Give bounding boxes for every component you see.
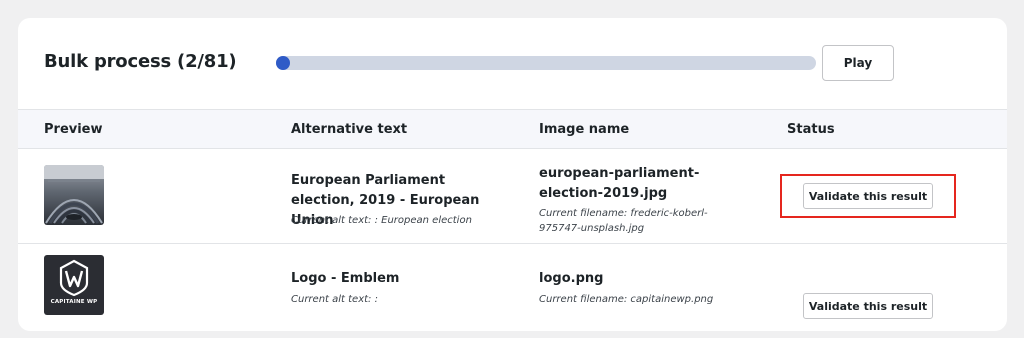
validate-result-button[interactable]: Validate this result	[803, 183, 933, 209]
table-row: European Parliament election, 2019 - Eur…	[18, 149, 1007, 244]
capitaine-wp-logo-icon: CAPITAINE WP	[44, 255, 104, 315]
parliament-hemicycle-thumbnail-icon	[44, 165, 104, 225]
alt-text-value: Logo - Emblem	[291, 271, 400, 286]
bulk-process-title: Bulk process (2/81)	[44, 51, 237, 72]
table-header: Preview Alternative text Image name Stat…	[18, 109, 1007, 149]
progress-bar	[276, 56, 816, 70]
column-header-alt-text: Alternative text	[291, 122, 408, 137]
capitaine-wp-logo-text: CAPITAINE WP	[50, 299, 98, 305]
column-header-status: Status	[787, 122, 835, 137]
current-filename: Current filename: frederic-koberl-975747…	[539, 208, 708, 234]
column-header-preview: Preview	[44, 122, 103, 137]
bulk-process-panel: Bulk process (2/81) Play Preview Alterna…	[18, 18, 1007, 331]
validate-result-button[interactable]: Validate this result	[803, 293, 933, 319]
table-row: CAPITAINE WP Logo - Emblem Current alt t…	[18, 244, 1007, 331]
image-name-value: logo.png	[539, 271, 604, 286]
image-name-value: european-parliament-election-2019.jpg	[539, 166, 700, 201]
column-header-image-name: Image name	[539, 122, 630, 137]
current-alt-text: Current alt text: : European election	[291, 215, 472, 226]
play-button[interactable]: Play	[822, 45, 894, 81]
current-alt-text: Current alt text: :	[291, 294, 378, 305]
current-filename: Current filename: capitainewp.png	[539, 294, 714, 305]
progress-bar-fill	[276, 56, 290, 70]
